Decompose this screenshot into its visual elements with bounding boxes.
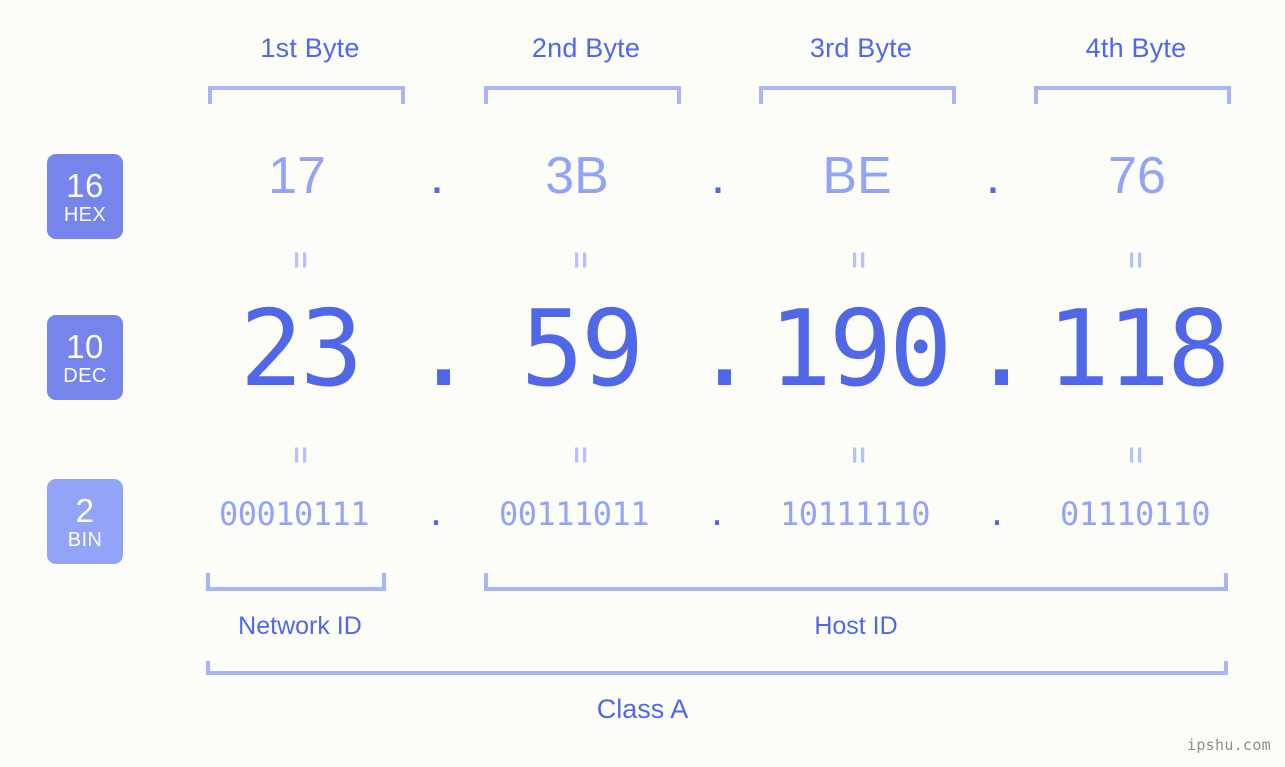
bin-octet-3: 10111110 [779, 495, 931, 533]
radix-badge-dec-name: DEC [63, 364, 107, 387]
host-id-bracket [484, 573, 1228, 591]
equals-sign-dec-bin-1: = [284, 446, 317, 464]
bin-octet-2: 00111011 [498, 495, 650, 533]
dec-separator-3: . [970, 288, 1034, 410]
class-bracket [206, 661, 1228, 675]
byte-header-label-2: 2nd Byte [531, 33, 641, 63]
hex-octet-1: 17 [268, 147, 326, 205]
radix-badge-bin-name: BIN [67, 528, 103, 551]
hex-octet-2: 3B [545, 147, 609, 205]
hex-octet-4: 76 [1108, 147, 1166, 205]
equals-sign-hex-dec-2: = [564, 251, 597, 269]
network-id-bracket [206, 573, 386, 591]
radix-badge-dec-number: 10 [66, 327, 104, 365]
host-id-label: Host ID [814, 612, 898, 640]
hex-octet-3: BE [822, 147, 892, 205]
radix-badge-hex-name: HEX [63, 203, 107, 226]
radix-badge-dec: 10 DEC [47, 315, 123, 400]
byte-bracket-4 [1034, 86, 1231, 104]
radix-badge-bin: 2 BIN [47, 479, 123, 564]
equals-sign-hex-dec-1: = [284, 251, 317, 269]
dec-separator-2: . [693, 288, 757, 410]
class-label: Class A [596, 694, 689, 724]
dec-octet-4: 118 [1046, 288, 1231, 410]
ip-address-breakdown-diagram: 1st Byte 2nd Byte 3rd Byte 4th Byte 16 H… [0, 0, 1285, 767]
radix-badge-hex-number: 16 [66, 166, 104, 204]
equals-sign-dec-bin-4: = [1119, 446, 1152, 464]
equals-sign-hex-dec-4: = [1119, 251, 1152, 269]
watermark-text: ipshu.com [1187, 736, 1271, 754]
byte-bracket-3 [759, 86, 956, 104]
bin-octet-1: 00010111 [218, 495, 370, 533]
byte-header-label-3: 3rd Byte [809, 33, 913, 63]
equals-sign-dec-bin-3: = [842, 446, 875, 464]
radix-badge-bin-number: 2 [75, 491, 95, 529]
network-id-label: Network ID [238, 612, 362, 640]
byte-bracket-2 [484, 86, 681, 104]
dec-octet-1: 23 [239, 288, 363, 410]
byte-header-label-4: 4th Byte [1085, 33, 1187, 63]
byte-bracket-1 [208, 86, 405, 104]
radix-badge-hex: 16 HEX [47, 154, 123, 239]
dec-octet-2: 59 [520, 288, 644, 410]
equals-sign-dec-bin-2: = [564, 446, 597, 464]
dec-separator-1: . [412, 288, 476, 410]
dec-octet-3: 190 [768, 288, 953, 410]
bin-octet-4: 01110110 [1059, 495, 1211, 533]
equals-sign-hex-dec-3: = [842, 251, 875, 269]
byte-header-label-1: 1st Byte [260, 33, 360, 63]
